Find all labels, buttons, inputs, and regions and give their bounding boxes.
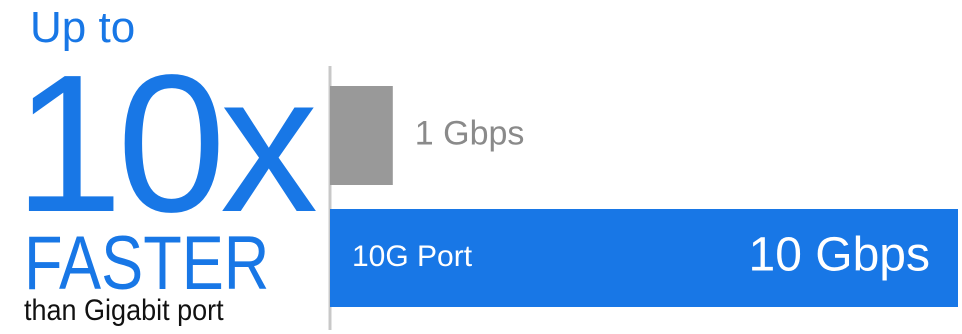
bar-2-value-label: 10 Gbps xyxy=(749,229,930,282)
bar-1 xyxy=(330,86,393,185)
bar-1-value-label: 1 Gbps xyxy=(415,114,525,152)
speed-comparison-chart: 1 Gbps 10G Port 10 Gbps xyxy=(328,66,958,330)
bar-2-category-label: 10G Port xyxy=(352,240,473,273)
